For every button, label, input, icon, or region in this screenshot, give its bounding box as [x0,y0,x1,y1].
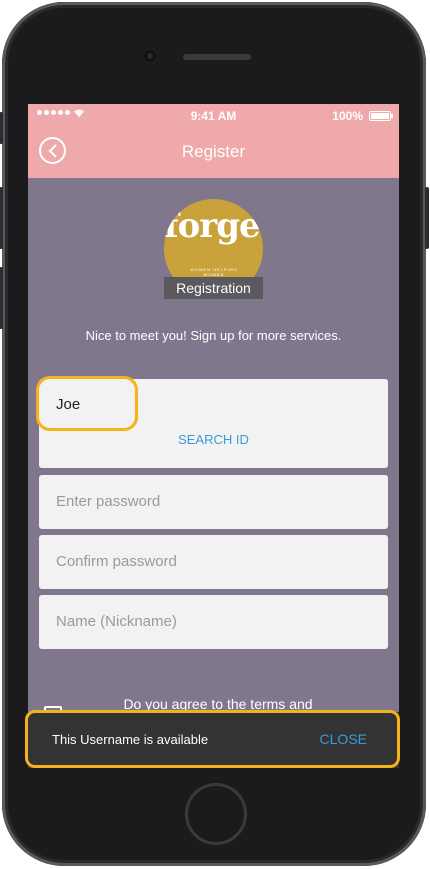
home-button[interactable] [185,783,247,845]
logo-tagline: WOMEN HELPING WOMEN [190,267,238,277]
confirm-password-field-card [39,535,388,589]
password-field-card [39,475,388,529]
battery-icon [369,111,393,121]
intro-text: Nice to meet you! Sign up for more servi… [85,328,342,343]
registration-badge: Registration [164,277,263,299]
earpiece-speaker [183,54,251,60]
snackbar-highlight [25,710,400,768]
nickname-field-card [39,595,388,649]
power-button [425,187,429,249]
volume-down-button [0,267,3,329]
volume-up-button [0,187,3,249]
nickname-input[interactable] [54,612,358,631]
password-input[interactable] [54,492,358,511]
front-camera [144,50,156,62]
nav-bar: Register [28,128,399,178]
search-id-button[interactable]: SEARCH ID [39,432,388,447]
logo-wordmark: forge. [164,206,263,246]
mute-switch [0,112,3,144]
confirm-password-input[interactable] [54,552,358,571]
battery-percent: 100% [332,109,363,123]
page-title: Register [181,142,246,161]
status-bar: 9:41 AM 100% [28,104,399,128]
username-highlight [36,376,138,431]
app-screen: 9:41 AM 100% Register forge. WOMEN HELPI… [28,104,399,768]
